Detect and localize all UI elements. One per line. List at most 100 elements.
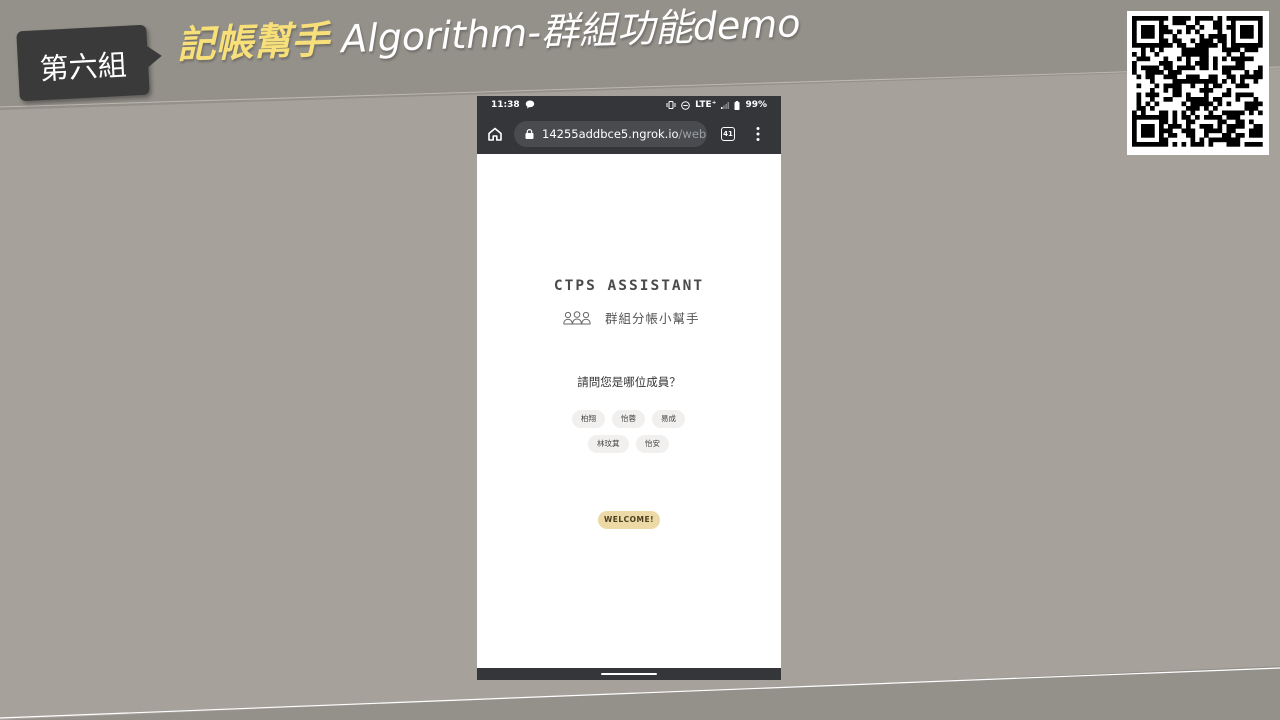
member-chip-3[interactable]: 林玟萁 — [588, 435, 629, 453]
qr-module — [1141, 65, 1146, 71]
qr-module — [1177, 124, 1182, 129]
qr-module — [1213, 25, 1218, 30]
qr-module — [1186, 124, 1191, 129]
status-time: 11:38 — [491, 100, 520, 110]
qr-module — [1195, 106, 1200, 111]
qr-module — [1226, 110, 1232, 116]
qr-module — [1150, 43, 1155, 48]
qr-module — [1244, 43, 1250, 48]
qr-module — [1163, 88, 1169, 93]
qr-module — [1186, 128, 1191, 134]
member-chip-2[interactable]: 易成 — [652, 410, 685, 428]
qr-module — [1226, 128, 1232, 134]
do-not-disturb-icon — [681, 100, 690, 110]
home-icon[interactable] — [487, 126, 503, 142]
address-bar[interactable]: 14255addbce5.ngrok.io/web — [514, 121, 707, 147]
qr-module — [1168, 133, 1173, 138]
qr-module — [1199, 88, 1205, 93]
qr-module — [1132, 124, 1137, 129]
qr-module — [1258, 128, 1263, 134]
qr-module — [1163, 115, 1169, 120]
qr-module — [1249, 119, 1254, 125]
qr-module — [1226, 52, 1232, 57]
qr-module — [1186, 79, 1191, 84]
more-menu-icon[interactable] — [756, 126, 760, 142]
qr-module — [1150, 65, 1155, 71]
qr-module — [1177, 56, 1182, 62]
qr-module — [1253, 70, 1259, 75]
qr-module — [1195, 43, 1200, 48]
qr-module — [1240, 43, 1245, 48]
qr-module — [1145, 74, 1151, 80]
qr-module — [1168, 29, 1173, 35]
qr-module — [1190, 106, 1196, 111]
qr-module — [1159, 47, 1164, 53]
qr-module — [1235, 137, 1241, 143]
qr-module — [1231, 74, 1236, 80]
qr-module — [1190, 47, 1196, 53]
qr-module — [1150, 47, 1155, 53]
qr-module — [1159, 29, 1164, 35]
qr-module — [1150, 115, 1155, 120]
status-right-group: LTE⁺ 99% — [666, 100, 767, 110]
qr-module — [1141, 56, 1146, 62]
qr-module — [1258, 38, 1263, 44]
qr-module — [1208, 16, 1214, 21]
qr-module — [1132, 20, 1137, 26]
qr-module — [1195, 142, 1200, 147]
qr-module — [1159, 133, 1164, 138]
welcome-button[interactable]: WELCOME! — [598, 511, 660, 529]
qr-module — [1195, 61, 1200, 66]
home-gesture-handle[interactable] — [601, 673, 657, 675]
qr-module — [1186, 106, 1191, 111]
qr-module — [1168, 74, 1173, 80]
group-label: 第六組 — [38, 47, 128, 87]
qr-module — [1244, 34, 1250, 39]
qr-module — [1168, 83, 1173, 89]
qr-module — [1231, 65, 1236, 71]
qr-module — [1258, 65, 1263, 71]
qr-module — [1235, 133, 1241, 138]
qr-module — [1190, 119, 1196, 125]
qr-module — [1249, 74, 1254, 80]
qr-module — [1208, 43, 1214, 48]
qr-module — [1249, 142, 1254, 147]
qr-module — [1258, 101, 1263, 107]
qr-module — [1168, 97, 1173, 102]
qr-module — [1249, 16, 1254, 21]
tabs-count-button[interactable]: 41 — [721, 127, 735, 141]
qr-module — [1258, 16, 1263, 21]
qr-module — [1217, 20, 1223, 26]
browser-toolbar: 14255addbce5.ngrok.io/web 41 — [477, 114, 781, 154]
qr-module — [1231, 137, 1236, 143]
qr-module — [1145, 128, 1151, 134]
qr-module — [1163, 61, 1169, 66]
qr-module — [1199, 38, 1205, 44]
qr-module — [1190, 137, 1196, 143]
qr-module — [1132, 34, 1137, 39]
qr-module — [1136, 142, 1142, 147]
qr-module — [1190, 38, 1196, 44]
qr-module — [1204, 97, 1209, 102]
qr-module — [1163, 43, 1169, 48]
qr-module — [1172, 20, 1178, 26]
qr-module — [1226, 88, 1232, 93]
qr-module — [1253, 133, 1259, 138]
qr-module — [1190, 133, 1196, 138]
qr-module — [1258, 29, 1263, 35]
qr-module — [1186, 52, 1191, 57]
qr-module — [1145, 101, 1151, 107]
qr-module — [1132, 133, 1137, 138]
qr-module — [1190, 25, 1196, 30]
qr-module — [1154, 83, 1160, 89]
member-chip-0[interactable]: 柏翔 — [572, 410, 605, 428]
qr-module — [1150, 128, 1155, 134]
qr-module — [1253, 142, 1259, 147]
qr-module — [1159, 110, 1164, 116]
member-chip-1[interactable]: 怡蓉 — [612, 410, 645, 428]
qr-code-pattern — [1132, 16, 1263, 147]
member-chip-4[interactable]: 怡安 — [636, 435, 669, 453]
qr-module — [1253, 106, 1259, 111]
qr-module — [1150, 25, 1155, 30]
qr-module — [1145, 29, 1151, 35]
